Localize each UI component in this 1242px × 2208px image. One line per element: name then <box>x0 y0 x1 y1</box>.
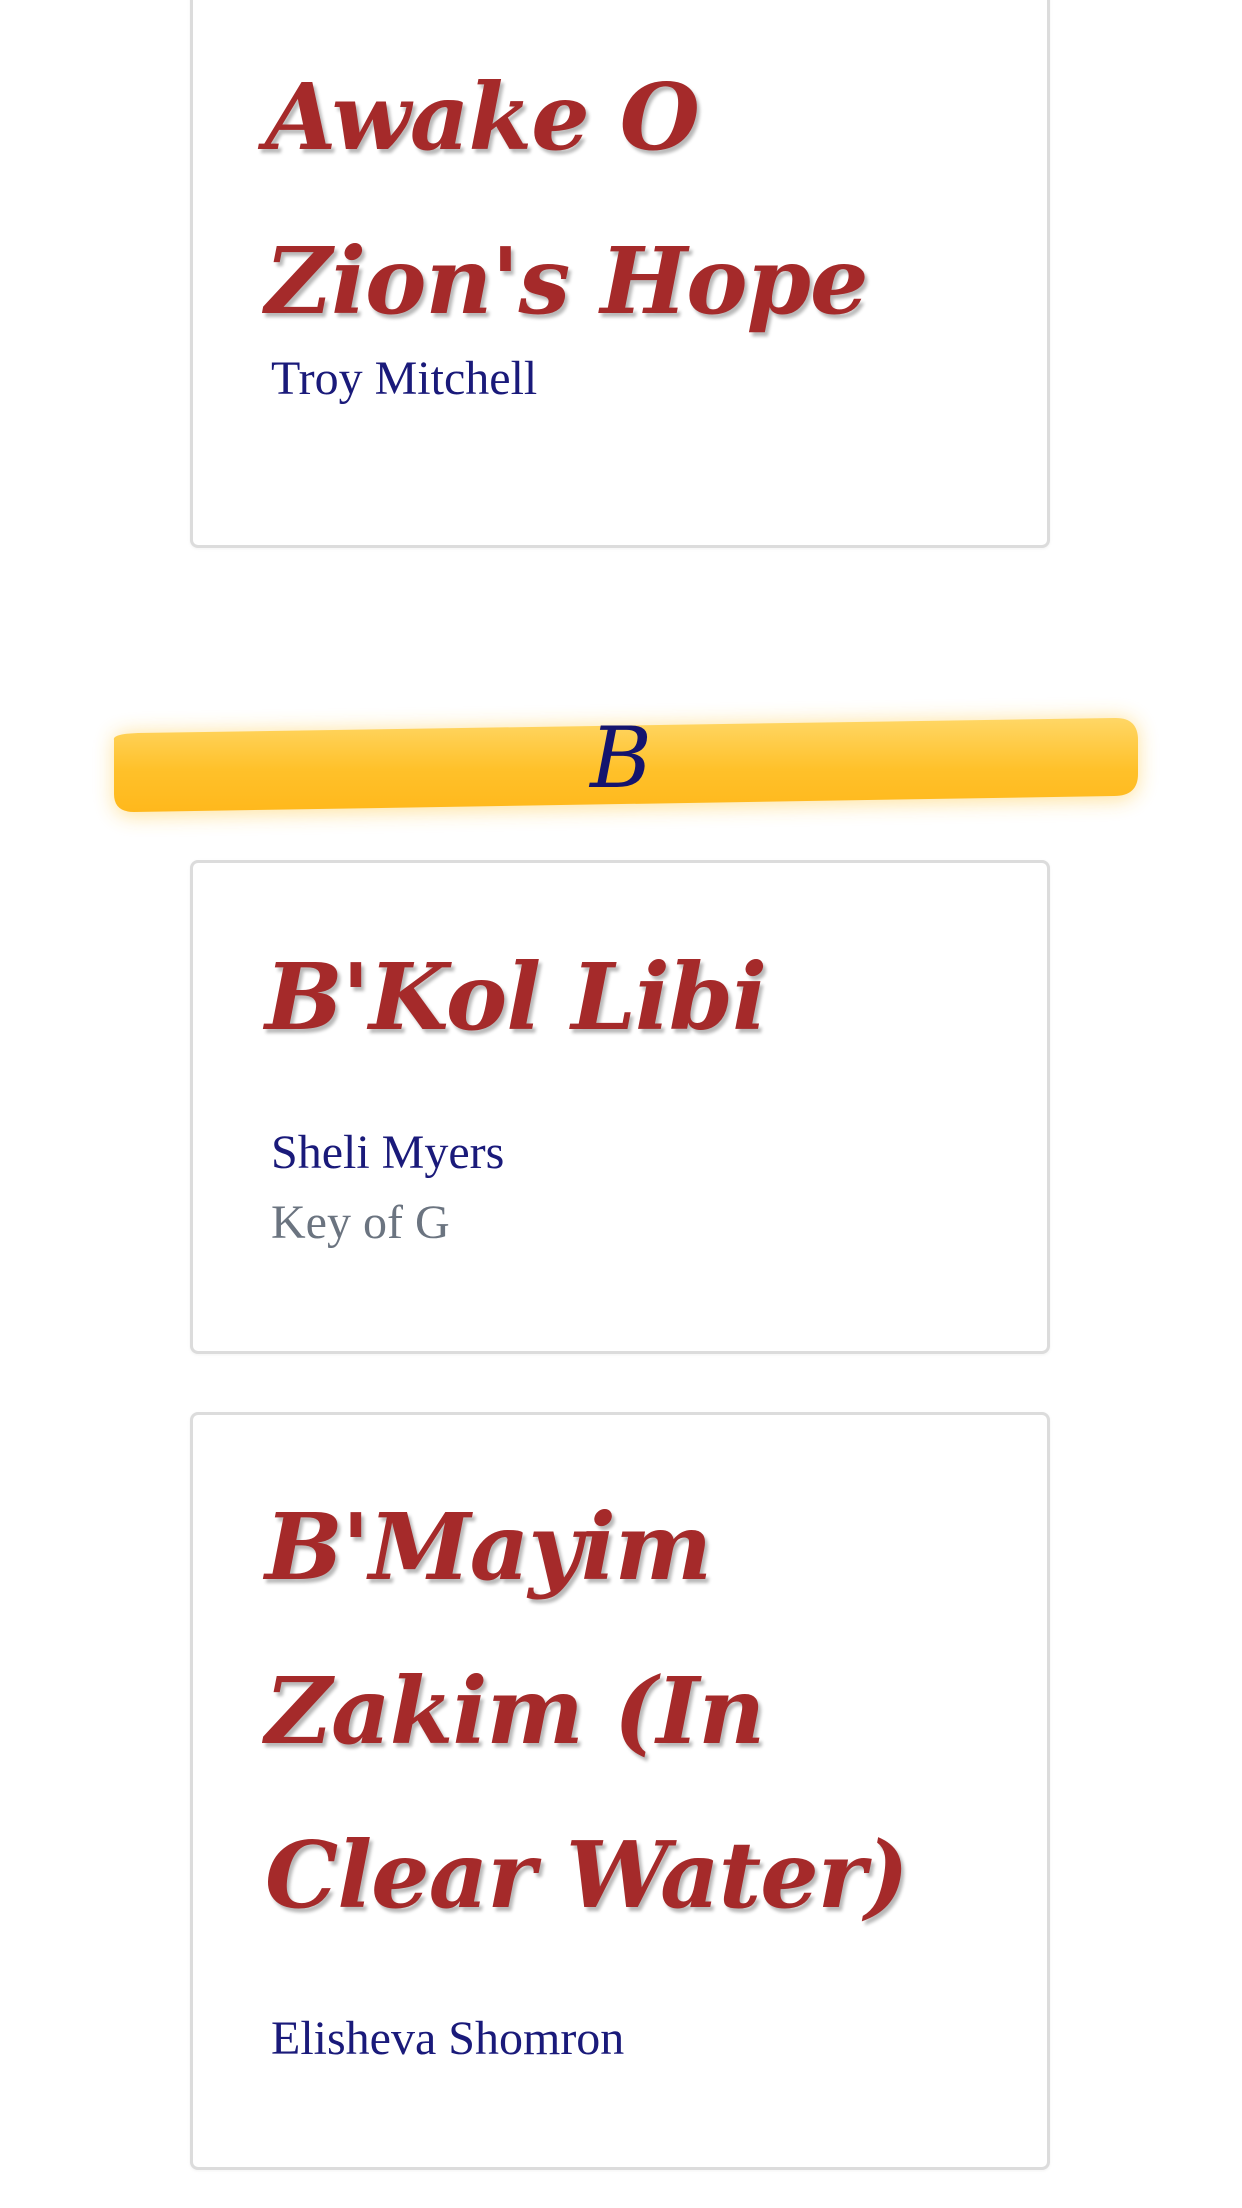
song-key: Key of G <box>271 1196 450 1249</box>
song-artist: Troy Mitchell <box>271 352 538 405</box>
section-letter: B <box>590 709 652 807</box>
song-artist: Sheli Myers <box>271 1126 505 1179</box>
song-card[interactable]: B'Kol Libi Sheli Myers Key of G <box>190 860 1050 1354</box>
song-artist: Elisheva Shomron <box>271 2012 625 2065</box>
song-title[interactable]: B'Mayim Zakim (In Clear Water) <box>265 1465 985 1957</box>
song-card[interactable]: Awake O Zion's Hope Troy Mitchell <box>190 0 1050 548</box>
song-title[interactable]: Awake O Zion's Hope <box>265 35 985 363</box>
song-card[interactable]: B'Mayim Zakim (In Clear Water) Elisheva … <box>190 1412 1050 2170</box>
section-header-b: B <box>108 709 1138 816</box>
song-title[interactable]: B'Kol Libi <box>265 915 985 1079</box>
